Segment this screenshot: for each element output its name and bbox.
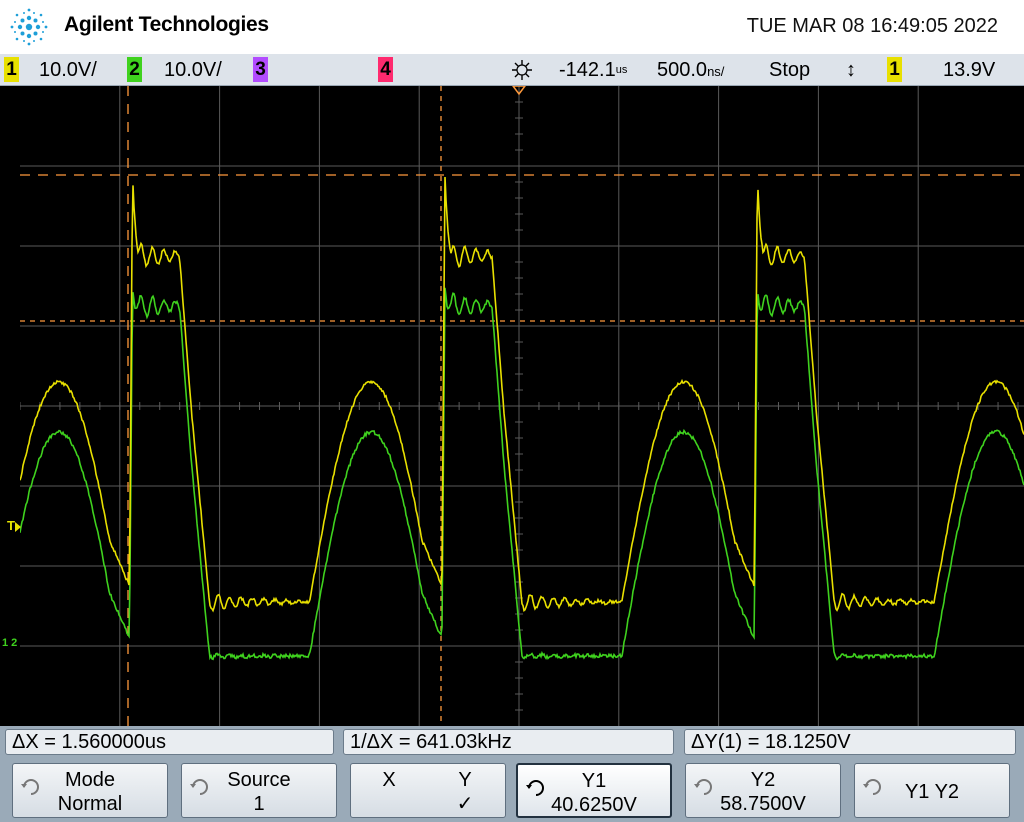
y-selected-check-icon: ✓: [455, 792, 475, 816]
time-scale: 500.0ns/: [657, 58, 724, 82]
ground-reference-marker: 1 2: [2, 637, 17, 649]
y1-label: Y1: [518, 769, 670, 793]
ch2-badge[interactable]: 2: [127, 57, 142, 82]
y1-value: 40.6250V: [518, 793, 670, 817]
brand-name: Agilent Technologies: [64, 13, 269, 37]
waveform-display[interactable]: [20, 86, 1024, 726]
softkey-bar: Mode Normal Source 1 X Y ✓ Y1 40.6250V Y…: [0, 758, 1024, 822]
measurement-bar: ΔX = 1.560000us 1/ΔX = 641.03kHz ΔY(1) =…: [0, 726, 1024, 758]
y1-y2-label: Y1 Y2: [855, 780, 1009, 804]
ch1-badge[interactable]: 1: [4, 57, 19, 82]
trigger-source-badge: 1: [887, 57, 902, 82]
channel-1-trace: [20, 177, 1024, 611]
waveform-graticule: [20, 86, 1024, 726]
mode-softkey[interactable]: Mode Normal: [12, 763, 168, 818]
mode-label: Mode: [13, 768, 167, 792]
time-offset: -142.1us: [559, 58, 627, 82]
y2-label: Y2: [686, 768, 840, 792]
horizontal-delay-icon: [508, 58, 536, 82]
ch3-badge[interactable]: 3: [253, 57, 268, 82]
mode-value: Normal: [13, 792, 167, 816]
source-softkey[interactable]: Source 1: [181, 763, 337, 818]
date-time: TUE MAR 08 16:49:05 2022: [747, 15, 998, 38]
y1-y2-softkey[interactable]: Y1 Y2: [854, 763, 1010, 818]
source-label: Source: [182, 768, 336, 792]
run-state: Stop: [769, 58, 810, 82]
trigger-level-marker: T: [7, 518, 21, 533]
inverse-delta-x-readout: 1/ΔX = 641.03kHz: [343, 729, 674, 755]
x-option: X: [379, 768, 399, 792]
xy-cursor-softkey[interactable]: X Y ✓: [350, 763, 506, 818]
ch2-scale: 10.0V/: [164, 58, 222, 82]
ch1-scale: 10.0V/: [39, 58, 97, 82]
y2-value: 58.7500V: [686, 792, 840, 816]
trigger-slope-icon: ↕: [846, 58, 856, 82]
source-value: 1: [182, 792, 336, 816]
status-bar: 1 10.0V/ 2 10.0V/ 3 4 -142.1us 500.0ns/ …: [0, 54, 1024, 86]
delta-x-readout: ΔX = 1.560000us: [5, 729, 334, 755]
y2-softkey[interactable]: Y2 58.7500V: [685, 763, 841, 818]
y1-softkey[interactable]: Y1 40.6250V: [516, 763, 672, 818]
delta-y-readout: ΔY(1) = 18.1250V: [684, 729, 1016, 755]
ch4-badge[interactable]: 4: [378, 57, 393, 82]
trigger-level: 13.9V: [943, 58, 995, 82]
header: Agilent Technologies TUE MAR 08 16:49:05…: [0, 0, 1024, 54]
agilent-spark-logo-icon: [6, 4, 52, 50]
y-option: Y: [455, 768, 475, 792]
